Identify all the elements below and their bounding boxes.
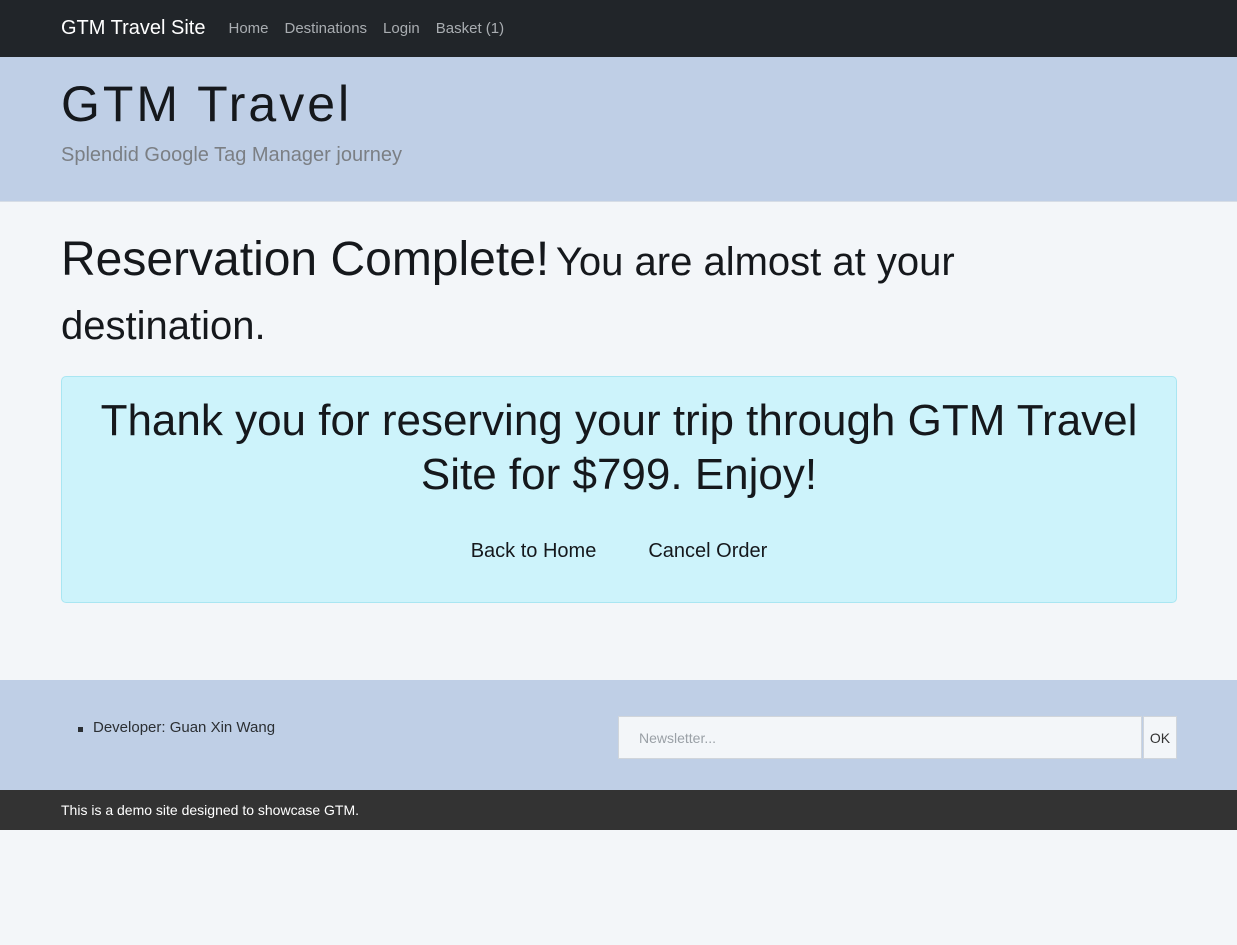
main-content: Reservation Complete! You are almost at … bbox=[0, 202, 1237, 679]
newsletter-ok-button[interactable]: OK bbox=[1143, 716, 1177, 759]
newsletter-form: OK bbox=[618, 716, 1177, 759]
footer: Developer: Guan Xin Wang OK bbox=[0, 680, 1237, 790]
nav-link-destinations[interactable]: Destinations bbox=[285, 20, 368, 37]
cancel-order-link[interactable]: Cancel Order bbox=[648, 540, 767, 563]
hero-title: GTM Travel bbox=[61, 76, 353, 132]
confirmation-alert: Thank you for reserving your trip throug… bbox=[61, 376, 1177, 603]
nav-link-basket[interactable]: Basket (1) bbox=[436, 20, 504, 37]
confirmation-actions: Back to Home Cancel Order bbox=[62, 540, 1176, 563]
newsletter-input[interactable] bbox=[618, 716, 1142, 759]
nav-link-home[interactable]: Home bbox=[228, 20, 268, 37]
developer-credit: Developer: Guan Xin Wang bbox=[77, 719, 276, 736]
top-navbar: GTM Travel Site Home Destinations Login … bbox=[0, 0, 1237, 57]
page-title-main: Reservation Complete! bbox=[61, 233, 550, 286]
bottom-bar: This is a demo site designed to showcase… bbox=[0, 790, 1237, 830]
confirmation-message: Thank you for reserving your trip throug… bbox=[100, 396, 1138, 499]
demo-disclaimer: This is a demo site designed to showcase… bbox=[61, 802, 360, 818]
hero-subtitle: Splendid Google Tag Manager journey bbox=[61, 144, 402, 166]
back-to-home-link[interactable]: Back to Home bbox=[471, 540, 597, 563]
page-title: Reservation Complete! You are almost at … bbox=[61, 230, 1061, 361]
nav-link-login[interactable]: Login bbox=[383, 20, 420, 37]
brand-link[interactable]: GTM Travel Site bbox=[61, 17, 205, 40]
hero-banner: GTM Travel Splendid Google Tag Manager j… bbox=[0, 57, 1237, 202]
developer-list: Developer: Guan Xin Wang bbox=[77, 719, 276, 736]
